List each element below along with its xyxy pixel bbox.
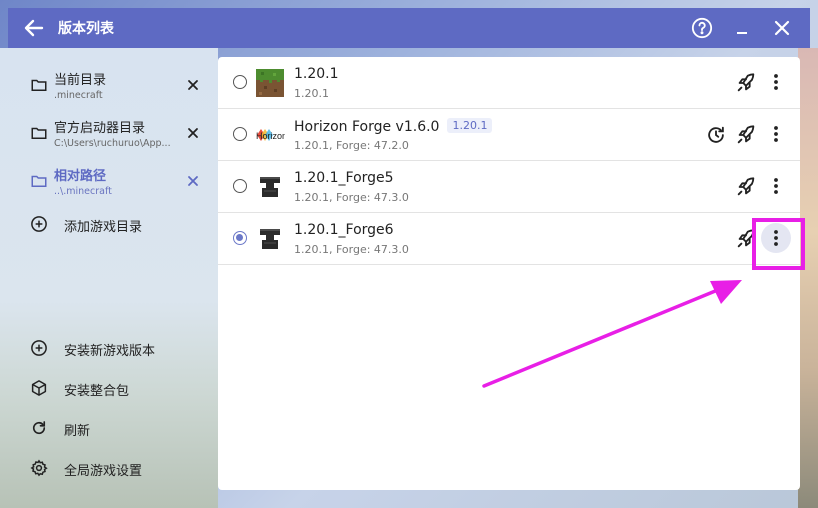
version-row-horizon-forge[interactable]: Horizon Horizon Forge v1.6.0 1.20.1 1.20.…: [218, 109, 800, 161]
folder-label: 官方启动器目录: [54, 121, 146, 136]
version-select-radio[interactable]: [233, 127, 247, 141]
version-name: 1.20.1_Forge5: [294, 170, 394, 186]
folder-icon: [31, 127, 47, 139]
background-right: [798, 48, 818, 508]
close-button[interactable]: [770, 16, 794, 40]
version-detail: 1.20.1, Forge: 47.2.0: [294, 139, 409, 152]
add-game-folder-label: 添加游戏目录: [64, 220, 143, 235]
folder-path: .minecraft: [54, 90, 103, 101]
remove-folder-icon[interactable]: [186, 174, 200, 188]
help-icon: [691, 17, 713, 39]
install-new-version-label: 安装新游戏版本: [64, 344, 156, 359]
highlight-box: [752, 218, 805, 270]
add-game-folder-button[interactable]: 添加游戏目录: [8, 208, 218, 240]
remove-folder-icon[interactable]: [186, 126, 200, 140]
version-name-text: 1.20.1_Forge6: [294, 222, 394, 238]
folder-label: 当前目录: [54, 73, 107, 88]
launch-rocket-icon[interactable]: [735, 124, 757, 146]
install-modpack-label: 安装整合包: [64, 384, 130, 399]
remove-folder-icon[interactable]: [186, 78, 200, 92]
more-vertical-icon: [774, 74, 778, 90]
folder-path: ..\.minecraft: [54, 186, 112, 197]
folder-icon: [31, 175, 47, 187]
folder-icon: [31, 79, 47, 91]
sidebar-folder-current[interactable]: 当前目录 .minecraft: [8, 70, 218, 102]
grass-block-icon: [256, 69, 284, 97]
version-select-radio[interactable]: [233, 75, 247, 89]
more-options-button[interactable]: [766, 175, 786, 197]
version-list-panel: 1.20.1 1.20.1 Horizon Horizon Forge v1.6…: [218, 57, 800, 490]
more-vertical-icon: [774, 126, 778, 142]
global-settings-button[interactable]: 全局游戏设置: [8, 452, 218, 484]
title-bar: 版本列表: [8, 8, 810, 48]
version-name-text: Horizon Forge v1.6.0: [294, 119, 440, 135]
version-row-forge5[interactable]: 1.20.1_Forge5 1.20.1, Forge: 47.3.0: [218, 161, 800, 213]
refresh-icon: [32, 421, 46, 435]
version-name: 1.20.1: [294, 66, 339, 82]
version-detail: 1.20.1, Forge: 47.3.0: [294, 191, 409, 204]
version-tag: 1.20.1: [447, 118, 493, 133]
sidebar: 当前目录 .minecraft 官方启动器目录 C:\Users\ruchuru…: [8, 48, 218, 508]
launch-rocket-icon[interactable]: [735, 72, 757, 94]
refresh-label: 刷新: [64, 424, 91, 439]
more-options-button[interactable]: [766, 71, 786, 93]
version-detail: 1.20.1, Forge: 47.3.0: [294, 243, 409, 256]
launch-rocket-icon[interactable]: [735, 176, 757, 198]
close-icon: [774, 20, 790, 36]
more-options-button[interactable]: [766, 123, 786, 145]
version-name: 1.20.1_Forge6: [294, 222, 394, 238]
version-select-radio[interactable]: [233, 179, 247, 193]
update-icon[interactable]: [705, 124, 727, 146]
package-icon: [31, 380, 47, 396]
anvil-icon: [260, 177, 280, 197]
help-button[interactable]: [690, 16, 714, 40]
back-arrow-icon[interactable]: [22, 16, 46, 40]
sidebar-folder-relative[interactable]: 相对路径 ..\.minecraft: [8, 166, 218, 198]
folder-label: 相对路径: [54, 169, 107, 184]
install-new-version-button[interactable]: 安装新游戏版本: [8, 332, 218, 364]
version-row-forge6[interactable]: 1.20.1_Forge6 1.20.1, Forge: 47.3.0: [218, 213, 800, 265]
folder-path: C:\Users\ruchuruo\App...: [54, 138, 171, 149]
refresh-button[interactable]: 刷新: [8, 412, 218, 444]
version-name-text: 1.20.1_Forge5: [294, 170, 394, 186]
plus-circle-icon: [31, 340, 47, 356]
minimize-icon: [737, 32, 747, 34]
minimize-button[interactable]: [730, 16, 754, 40]
anvil-icon: [260, 229, 280, 249]
gear-icon: [30, 459, 48, 477]
svg-text:Horizon: Horizon: [256, 131, 285, 141]
horizon-logo: Horizon: [256, 129, 285, 141]
version-select-radio[interactable]: [233, 231, 247, 245]
version-name-text: 1.20.1: [294, 66, 339, 82]
version-detail: 1.20.1: [294, 87, 329, 100]
sidebar-folder-official[interactable]: 官方启动器目录 C:\Users\ruchuruo\App...: [8, 118, 218, 150]
install-modpack-button[interactable]: 安装整合包: [8, 372, 218, 404]
version-row-1.20.1[interactable]: 1.20.1 1.20.1: [218, 57, 800, 109]
window-title: 版本列表: [58, 21, 114, 37]
plus-circle-icon: [31, 216, 47, 232]
version-name: Horizon Forge v1.6.0 1.20.1: [294, 118, 493, 135]
global-settings-label: 全局游戏设置: [64, 464, 143, 479]
more-vertical-icon: [774, 178, 778, 194]
